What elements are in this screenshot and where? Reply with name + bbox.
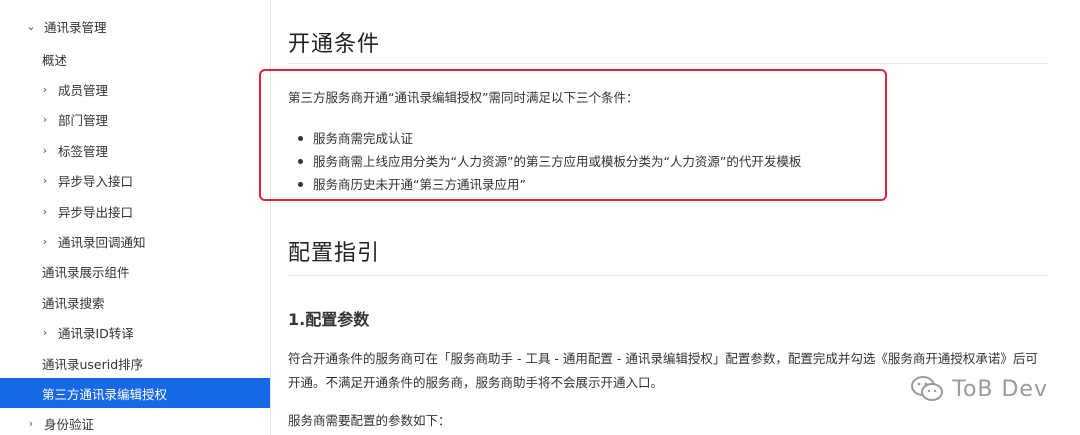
sidebar-item-third-party-contacts-edit-auth[interactable]: 第三方通讯录编辑授权: [0, 378, 270, 408]
params-intro: 服务商需要配置的参数如下：: [288, 413, 451, 428]
sidebar-item-label: 异步导出接口: [58, 204, 134, 220]
main-content: 开通条件 第三方服务商开通“通讯录编辑授权”需同时满足以下三个条件： 服务商需完…: [271, 0, 1080, 435]
sidebar-item-label: 异步导入接口: [58, 173, 134, 189]
config-paragraph-line1: 符合开通条件的服务商可在「服务商助手 - 工具 - 通用配置 - 通讯录编辑授权…: [288, 351, 1038, 366]
sidebar-item-label: 第三方通讯录编辑授权: [42, 386, 168, 402]
sidebar-item-label: 通讯录回调通知: [58, 234, 146, 250]
sidebar-item-identity-verification[interactable]: › 身份验证: [0, 408, 270, 435]
chevron-right-icon: ›: [42, 143, 48, 157]
sidebar-item-department-management[interactable]: › 部门管理: [0, 104, 270, 134]
sidebar-item-async-export[interactable]: › 异步导出接口: [0, 196, 270, 226]
chevron-right-icon: ›: [42, 173, 48, 187]
chevron-right-icon: ›: [42, 234, 48, 248]
sub-title-config-params: 1.配置参数: [288, 310, 370, 329]
chevron-right-icon: ›: [42, 325, 48, 339]
sidebar-item-tag-management[interactable]: › 标签管理: [0, 135, 270, 165]
sidebar-nav: ⌄ 通讯录管理 概述 › 成员管理 › 部门管理 › 标签管理 › 异步导入接口…: [0, 0, 271, 435]
sidebar-item-label: 部门管理: [58, 112, 109, 128]
section-title-config-guide: 配置指引: [288, 241, 381, 266]
watermark-text: ToB Dev: [952, 376, 1048, 402]
sidebar-item-contacts-callback[interactable]: › 通讯录回调通知: [0, 226, 270, 256]
sidebar-item-label: 通讯录ID转译: [58, 325, 134, 341]
sidebar-item-label: 标签管理: [58, 143, 109, 159]
sidebar-item-label: 身份验证: [44, 416, 95, 432]
section-title-conditions: 开通条件: [288, 32, 381, 57]
chevron-right-icon: ›: [28, 416, 34, 430]
sidebar-item-label: 概述: [42, 52, 68, 68]
sidebar-item-contacts-id-translation[interactable]: › 通讯录ID转译: [0, 317, 270, 347]
sidebar-item-overview[interactable]: 概述: [0, 44, 270, 74]
chevron-right-icon: ›: [42, 82, 48, 96]
chevron-right-icon: ›: [42, 204, 48, 218]
sidebar-item-label: 通讯录搜索: [42, 295, 105, 311]
divider: [288, 275, 1048, 276]
watermark: ToB Dev: [910, 375, 1048, 403]
sidebar-item-label: 成员管理: [58, 82, 109, 98]
sidebar-item-contacts-management[interactable]: ⌄ 通讯录管理: [0, 11, 270, 41]
highlight-box: [259, 69, 887, 201]
sidebar-item-label: 通讯录userid排序: [42, 356, 144, 372]
wechat-icon: [911, 376, 944, 401]
sidebar-item-async-import[interactable]: › 异步导入接口: [0, 165, 270, 195]
chevron-down-icon: ⌄: [26, 19, 36, 33]
sidebar-item-userid-sort[interactable]: 通讯录userid排序: [0, 348, 270, 378]
sidebar-item-contacts-search[interactable]: 通讯录搜索: [0, 287, 270, 317]
sidebar-item-contacts-display-component[interactable]: 通讯录展示组件: [0, 256, 270, 286]
sidebar-item-label: 通讯录管理: [44, 19, 107, 35]
config-paragraph-line2: 开通。不满足开通条件的服务商，服务商助手将不会展示开通入口。: [288, 375, 664, 390]
sidebar-item-member-management[interactable]: › 成员管理: [0, 74, 270, 104]
chevron-right-icon: ›: [42, 112, 48, 126]
divider: [288, 63, 1048, 64]
sidebar-item-label: 通讯录展示组件: [42, 264, 130, 280]
